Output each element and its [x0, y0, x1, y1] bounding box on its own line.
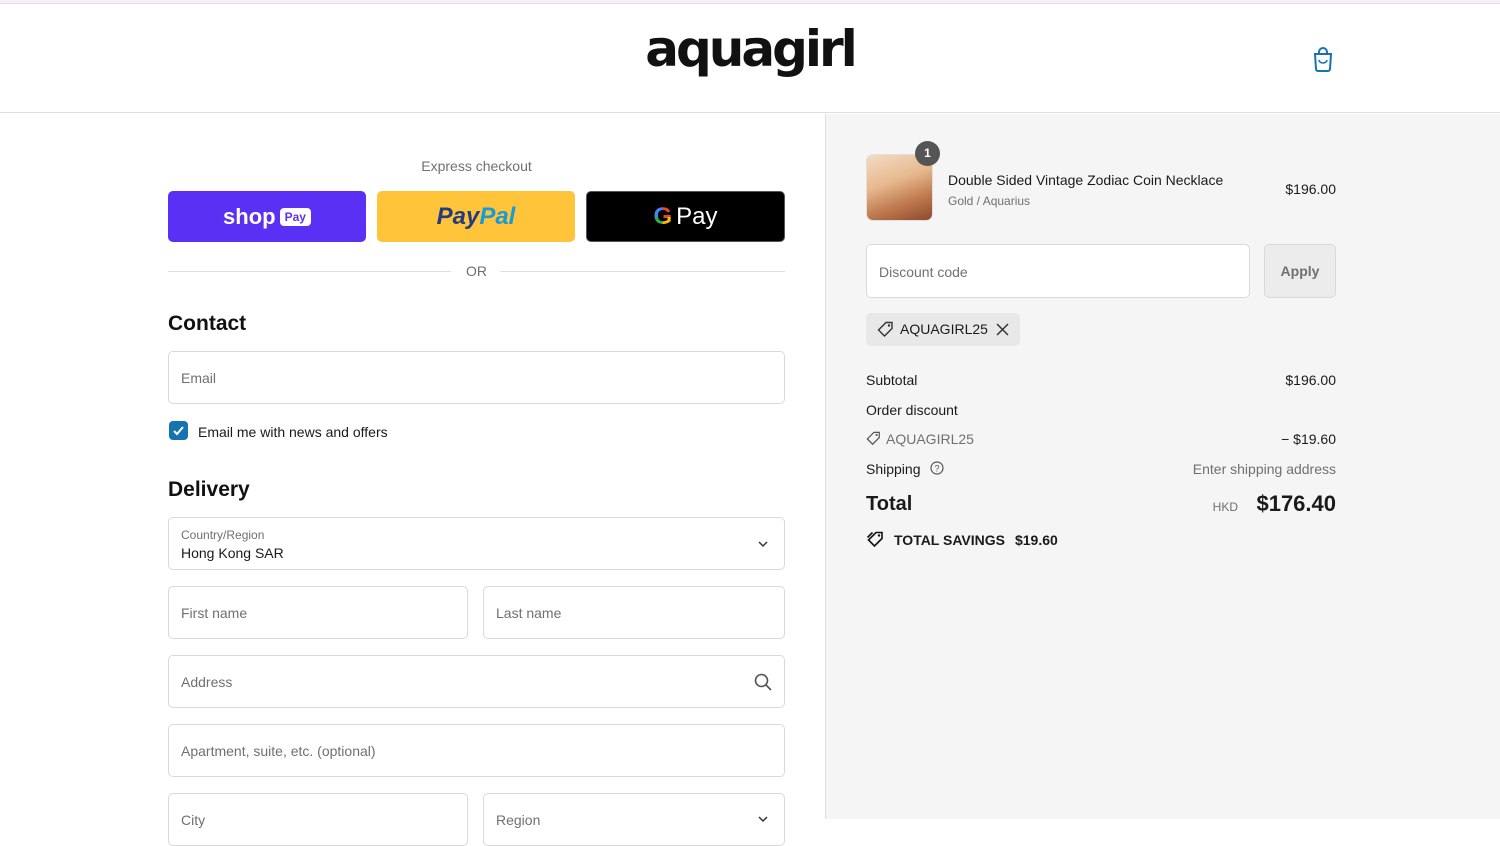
google-pay-button[interactable]: G Pay — [586, 191, 785, 242]
google-pay-text: Pay — [676, 202, 718, 230]
country-label: Country/Region — [181, 528, 265, 542]
total-label: Total — [866, 493, 913, 515]
total-savings: TOTAL SAVINGS $19.60 — [894, 532, 1058, 548]
first-name-placeholder: First name — [181, 605, 248, 621]
product-price: $196.00 — [1285, 181, 1336, 197]
country-select[interactable]: Country/Region Hong Kong SAR — [168, 517, 785, 570]
discount-code-label: AQUAGIRL25 — [886, 431, 974, 447]
google-g-icon: G — [653, 202, 673, 230]
first-name-field[interactable]: First name — [168, 586, 468, 639]
chevron-down-icon — [758, 541, 768, 548]
discount-value: − $19.60 — [1281, 431, 1336, 447]
search-icon[interactable] — [754, 673, 772, 691]
remove-discount-icon[interactable] — [996, 323, 1009, 336]
quantity-badge: 1 — [915, 141, 940, 166]
order-discount-label: Order discount — [866, 402, 958, 418]
site-header: aquagirl — [0, 4, 1500, 113]
help-icon[interactable]: ? — [930, 461, 944, 475]
address-placeholder: Address — [181, 674, 233, 690]
city-field[interactable]: City — [168, 793, 468, 846]
apartment-placeholder: Apartment, suite, etc. (optional) — [181, 743, 376, 759]
delivery-heading: Delivery — [168, 478, 250, 501]
total-value: $176.40 — [1256, 491, 1336, 516]
svg-text:?: ? — [934, 464, 939, 474]
shopping-bag-icon[interactable] — [1312, 46, 1334, 72]
currency-code: HKD — [1212, 500, 1238, 514]
address-field[interactable]: Address — [168, 655, 785, 708]
email-field[interactable]: Email — [168, 351, 785, 404]
paypal-text-1: Pay — [436, 202, 480, 230]
shipping-value: Enter shipping address — [1192, 461, 1336, 477]
newsletter-checkbox[interactable] — [169, 421, 188, 440]
product-name: Double Sided Vintage Zodiac Coin Necklac… — [948, 172, 1224, 188]
discount-code-input[interactable]: Discount code — [866, 244, 1250, 298]
or-divider: OR — [168, 262, 785, 282]
email-placeholder: Email — [181, 370, 217, 386]
shop-pay-button[interactable]: shop Pay — [168, 191, 366, 242]
paypal-button[interactable]: Pay Pal — [377, 191, 575, 242]
shop-pay-pill: Pay — [279, 207, 311, 226]
tag-icon — [866, 431, 880, 446]
chevron-down-icon — [758, 816, 768, 823]
checkmark-icon — [173, 426, 184, 436]
paypal-text-2: Pal — [479, 202, 516, 230]
subtotal-value: $196.00 — [1285, 372, 1336, 388]
region-placeholder: Region — [496, 812, 541, 828]
savings-value: $19.60 — [1014, 532, 1058, 548]
subtotal-label: Subtotal — [866, 372, 918, 388]
contact-heading: Contact — [168, 312, 247, 335]
newsletter-label: Email me with news and offers — [198, 424, 388, 440]
tag-icon — [877, 321, 893, 337]
store-logo[interactable]: aquagirl — [0, 20, 1500, 78]
express-checkout-label: Express checkout — [421, 158, 532, 174]
product-variant: Gold / Aquarius — [948, 194, 1031, 208]
order-summary: 1 Double Sided Vintage Zodiac Coin Neckl… — [826, 114, 1500, 819]
country-value: Hong Kong SAR — [181, 545, 284, 561]
applied-discount-code: AQUAGIRL25 — [900, 321, 988, 337]
apply-discount-button[interactable]: Apply — [1264, 244, 1336, 298]
shipping-label: Shipping — [866, 461, 921, 477]
checkout-form: Express checkout shop Pay Pay Pal G Pay O… — [0, 114, 826, 846]
last-name-field[interactable]: Last name — [483, 586, 785, 639]
discount-placeholder: Discount code — [879, 264, 968, 280]
savings-label: TOTAL SAVINGS — [894, 532, 1005, 548]
applied-discount-chip: AQUAGIRL25 — [866, 313, 1020, 346]
savings-tag-icon — [866, 531, 883, 548]
shop-pay-text: shop — [223, 203, 276, 229]
region-select[interactable]: Region — [483, 793, 785, 846]
apartment-field[interactable]: Apartment, suite, etc. (optional) — [168, 724, 785, 777]
or-text: OR — [466, 263, 487, 279]
city-placeholder: City — [181, 812, 206, 828]
last-name-placeholder: Last name — [496, 605, 562, 621]
